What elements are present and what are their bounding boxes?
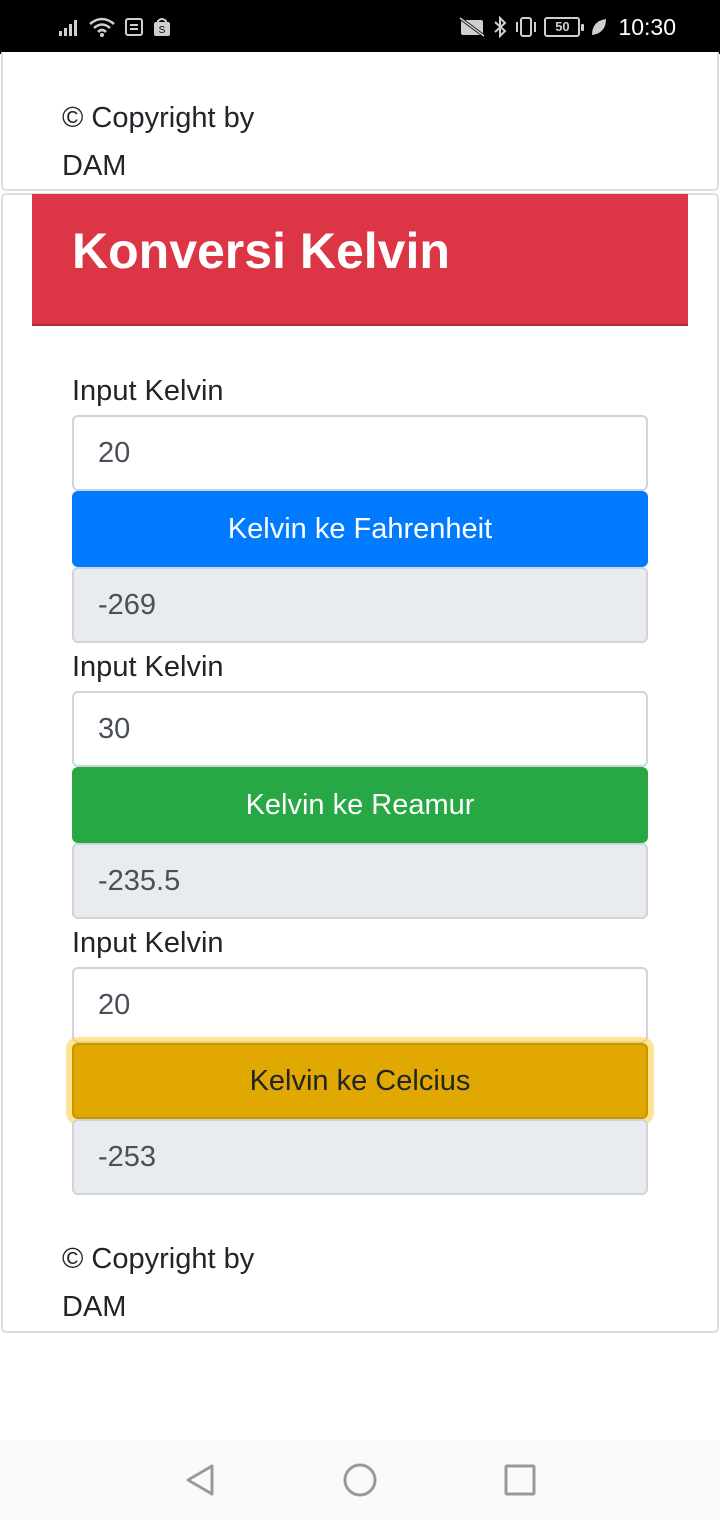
notification-icon: [125, 18, 143, 36]
page-title: Konversi Kelvin: [72, 223, 450, 279]
status-right-icons: 50 10:30: [458, 14, 676, 40]
reamur-result-field: -235.5: [72, 843, 648, 919]
kelvin-input-celcius[interactable]: 20: [72, 967, 648, 1043]
fahrenheit-result-field: -269: [72, 567, 648, 643]
home-icon[interactable]: [342, 1462, 378, 1498]
leaf-icon: [592, 19, 607, 35]
kelvin-input-fahrenheit[interactable]: 20: [72, 415, 648, 491]
back-icon[interactable]: [182, 1462, 218, 1498]
kelvin-input-label: Input Kelvin: [72, 375, 224, 407]
signal-icon: [59, 20, 77, 36]
no-sim-icon: [459, 16, 486, 38]
kelvin-input-label: Input Kelvin: [72, 927, 224, 959]
kelvin-to-reamur-button[interactable]: Kelvin ke Reamur: [72, 767, 648, 843]
copyright-author: DAM: [62, 1291, 127, 1323]
shop-icon: S: [154, 18, 170, 36]
top-copyright: © Copyright by DAM: [62, 94, 254, 190]
wifi-icon: [89, 17, 115, 37]
vibrate-icon: [516, 17, 537, 37]
navigation-bar: [0, 1440, 720, 1520]
battery-icon: 50: [544, 17, 585, 37]
kelvin-to-celcius-button[interactable]: Kelvin ke Celcius: [72, 1043, 648, 1119]
copyright-line: © Copyright by: [62, 1243, 255, 1275]
svg-text:S: S: [159, 25, 166, 36]
bottom-copyright: © Copyright by DAM: [62, 1235, 254, 1331]
recents-icon[interactable]: [502, 1462, 538, 1498]
kelvin-input-label: Input Kelvin: [72, 651, 224, 683]
celcius-result-field: -253: [72, 1119, 648, 1195]
page-header: Konversi Kelvin: [32, 194, 688, 326]
status-bar: S 50 10:30: [0, 0, 720, 54]
status-time: 10:30: [618, 13, 676, 40]
copyright-author: DAM: [62, 150, 127, 182]
status-left-icons: S: [58, 14, 172, 40]
bluetooth-icon: [494, 16, 507, 38]
kelvin-to-fahrenheit-button[interactable]: Kelvin ke Fahrenheit: [72, 491, 648, 567]
copyright-line: © Copyright by: [62, 102, 255, 134]
battery-level: 50: [544, 17, 581, 37]
kelvin-input-reamur[interactable]: 30: [72, 691, 648, 767]
